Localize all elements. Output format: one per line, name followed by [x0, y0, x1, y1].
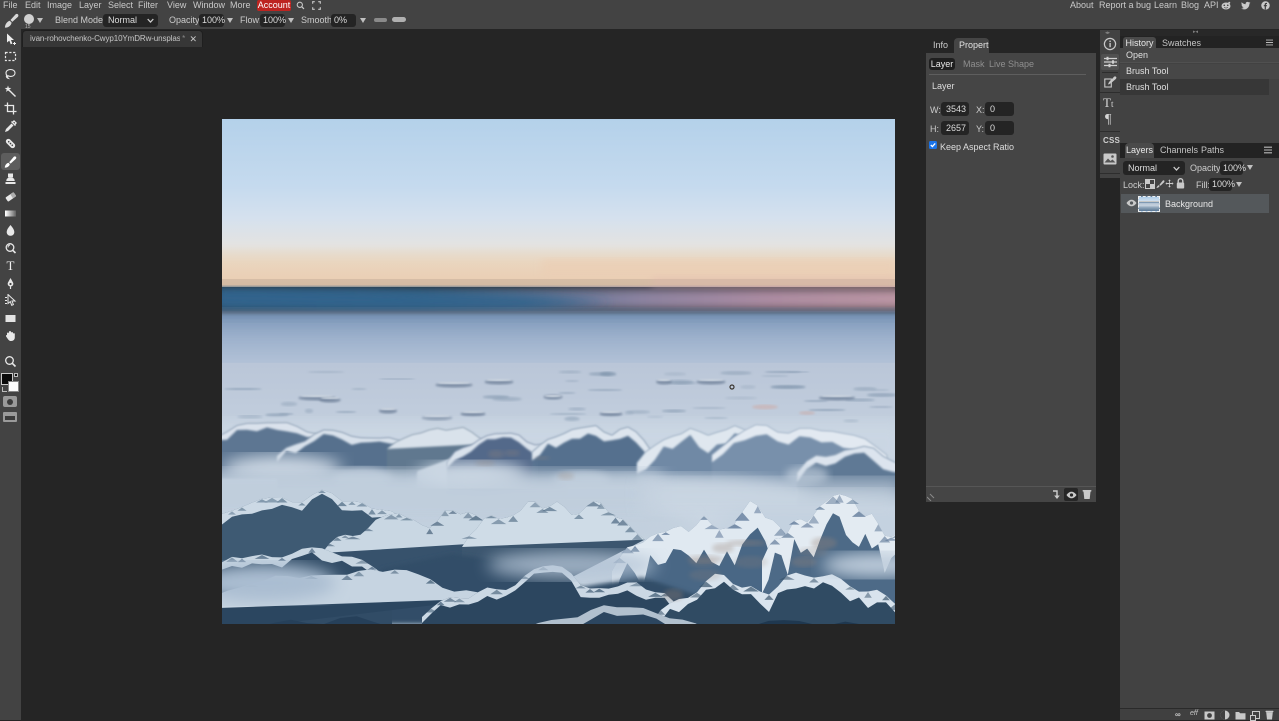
svg-text:T: T — [7, 259, 15, 272]
